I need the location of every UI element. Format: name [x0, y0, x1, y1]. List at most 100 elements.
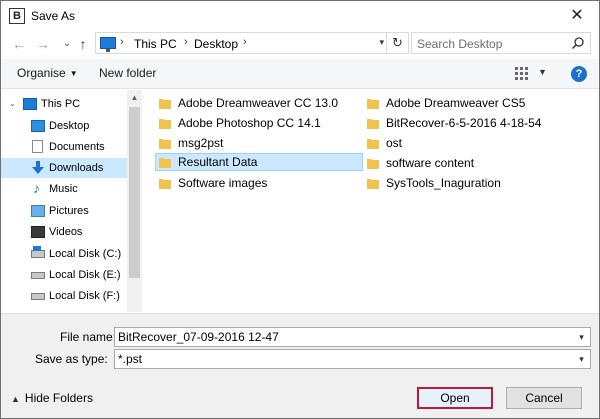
save-as-type-label: Save as type:	[35, 352, 108, 366]
chevron-up-icon: ▲	[11, 394, 20, 404]
close-button[interactable]: ✕	[555, 1, 599, 31]
folder-name: Resultant Data	[178, 155, 258, 169]
folder-icon	[367, 119, 379, 129]
search-box[interactable]: Search Desktop	[411, 32, 591, 54]
command-bar: Organise ▼ New folder ▼ ?	[1, 59, 599, 89]
this-pc-icon	[100, 37, 116, 52]
scroll-up-arrow-icon[interactable]: ▲	[127, 90, 142, 105]
folder-icon	[367, 99, 379, 109]
sidebar-item-local-disk-c[interactable]: Local Disk (C:)	[1, 244, 127, 264]
up-button[interactable]: ↑	[73, 34, 93, 54]
sidebar-item-label: Pictures	[49, 205, 89, 217]
app-logo-icon: B	[9, 8, 25, 24]
sidebar-item-this-pc[interactable]: ⌄ This PC	[1, 94, 127, 114]
folder-icon	[159, 158, 171, 168]
folder-item[interactable]: Adobe Photoshop CC 14.1	[155, 114, 355, 132]
sidebar-item-label: Documents	[49, 141, 105, 153]
folder-item[interactable]: software content	[363, 154, 583, 172]
organise-label: Organise	[17, 66, 66, 80]
downloads-icon	[32, 161, 44, 174]
folder-name: msg2pst	[178, 136, 224, 150]
folder-icon	[367, 179, 379, 189]
navigation-row: ← → ⌄ ↑ › This PC › Desktop › ▾ ↻ Search…	[1, 31, 599, 57]
folder-icon	[159, 99, 171, 109]
organise-menu-button[interactable]: Organise ▼	[17, 66, 78, 80]
save-form-panel: File name: BitRecover_07-09-2016 12-47 ▾…	[1, 313, 599, 418]
sidebar-item-downloads[interactable]: Downloads	[1, 158, 127, 178]
folder-name: ost	[386, 136, 403, 150]
sidebar-item-documents[interactable]: Documents	[1, 137, 127, 157]
folder-item[interactable]: Adobe Dreamweaver CS5	[363, 94, 583, 112]
folder-name: BitRecover-6-5-2016 4-18-54	[386, 116, 542, 130]
file-name-dropdown-icon[interactable]: ▾	[573, 328, 590, 346]
music-icon: ♪	[33, 180, 40, 196]
documents-icon	[32, 140, 43, 153]
folder-item[interactable]: SysTools_Inaguration	[363, 174, 583, 192]
breadcrumb-this-pc[interactable]: This PC	[134, 37, 177, 51]
pictures-icon	[31, 205, 45, 217]
breadcrumb-separator: ›	[243, 36, 247, 48]
breadcrumb-desktop[interactable]: Desktop	[194, 37, 238, 51]
back-button[interactable]: ←	[9, 34, 29, 54]
save-as-type-select[interactable]: *.pst ▾	[114, 349, 591, 369]
folder-name: SysTools_Inaguration	[386, 176, 501, 190]
folder-item[interactable]: msg2pst	[155, 134, 355, 152]
file-name-input[interactable]: BitRecover_07-09-2016 12-47 ▾	[114, 327, 591, 347]
folder-icon	[159, 179, 171, 189]
save-as-type-value: *.pst	[118, 352, 143, 366]
chevron-down-icon: ▼	[69, 69, 78, 78]
folder-item-selected[interactable]: Resultant Data	[155, 153, 363, 171]
view-options-dropdown-icon[interactable]: ▼	[538, 67, 547, 77]
folder-name: Software images	[178, 176, 268, 190]
sidebar-item-label: This PC	[41, 98, 81, 110]
help-icon[interactable]: ?	[571, 66, 587, 82]
file-name-label: File name:	[60, 330, 117, 344]
change-view-icon[interactable]	[515, 67, 529, 81]
navigation-pane-scrollbar[interactable]: ▲	[127, 90, 142, 312]
hide-folders-label: Hide Folders	[24, 391, 93, 405]
folder-item[interactable]: BitRecover-6-5-2016 4-18-54	[363, 114, 583, 132]
sidebar-item-videos[interactable]: Videos	[1, 222, 127, 242]
sidebar-item-music[interactable]: ♪ Music	[1, 179, 127, 199]
address-bar[interactable]: › This PC › Desktop › ▾ ↻	[95, 32, 409, 54]
sidebar-item-label: Desktop	[49, 120, 90, 132]
search-input[interactable]: Search Desktop	[417, 37, 502, 51]
folder-item[interactable]: Software images	[155, 174, 355, 192]
chevron-down-icon[interactable]: ▾	[573, 350, 590, 368]
sidebar-item-local-disk-e[interactable]: Local Disk (E:)	[1, 265, 127, 285]
title-bar: B Save As ✕	[1, 1, 599, 31]
sidebar-item-desktop[interactable]: Desktop	[1, 116, 127, 136]
scrollbar-thumb[interactable]	[129, 107, 140, 278]
disk-icon	[31, 246, 45, 258]
folder-name: Adobe Dreamweaver CS5	[386, 96, 526, 110]
sidebar-item-local-disk-f[interactable]: Local Disk (F:)	[1, 286, 127, 306]
file-name-value: BitRecover_07-09-2016 12-47	[118, 330, 279, 344]
folder-icon	[159, 139, 171, 149]
sidebar-item-label: Music	[49, 183, 78, 195]
refresh-button[interactable]: ↻	[386, 33, 408, 53]
sidebar-item-label: Videos	[49, 226, 83, 238]
collapse-chevron-icon[interactable]: ⌄	[9, 94, 16, 114]
sidebar-item-label: Local Disk (E:)	[49, 269, 121, 281]
sidebar-item-label: Local Disk (C:)	[49, 248, 122, 260]
folder-name: software content	[386, 156, 475, 170]
folder-item[interactable]: ost	[363, 134, 583, 152]
pc-icon	[23, 98, 37, 110]
hide-folders-button[interactable]: ▲ Hide Folders	[11, 391, 93, 405]
sidebar-item-pictures[interactable]: Pictures	[1, 201, 127, 221]
open-button[interactable]: Open	[417, 387, 493, 409]
dialog-title: Save As	[31, 9, 76, 23]
disk-icon	[31, 293, 45, 300]
cancel-button[interactable]: Cancel	[506, 387, 582, 409]
folder-icon	[367, 159, 379, 169]
breadcrumb-separator: ›	[120, 36, 124, 48]
search-icon	[571, 37, 584, 50]
navigation-pane: ⌄ This PC Desktop Documents Downloads ♪ …	[1, 90, 142, 312]
sidebar-item-label: Downloads	[49, 162, 104, 174]
address-dropdown-icon[interactable]: ▾	[379, 37, 384, 48]
forward-button[interactable]: →	[33, 34, 53, 54]
folder-icon	[367, 139, 379, 149]
folder-name: Adobe Photoshop CC 14.1	[178, 116, 321, 130]
new-folder-button[interactable]: New folder	[99, 66, 156, 80]
folder-item[interactable]: Adobe Dreamweaver CC 13.0	[155, 94, 355, 112]
